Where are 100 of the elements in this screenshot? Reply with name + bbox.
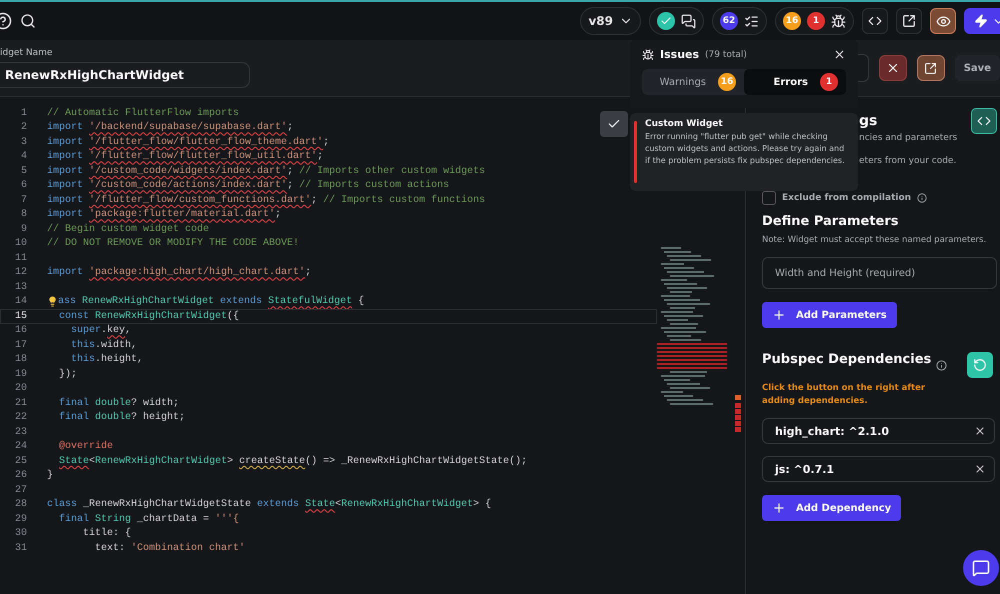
close-icon[interactable]: [974, 463, 986, 475]
version-dropdown[interactable]: v89: [580, 7, 641, 35]
line-number: 6: [20, 180, 27, 192]
external-link-icon: [924, 62, 938, 74]
code-icon: [868, 14, 882, 28]
parameter-field[interactable]: Width and Height (required): [762, 257, 997, 289]
section-title: Define Parameters: [762, 214, 899, 229]
code-line: final double? width;: [58, 398, 180, 409]
code-line: final double? height;: [58, 412, 186, 424]
count-badge: 16: [783, 12, 801, 30]
description-text: ncies and parameters: [859, 133, 958, 143]
count-badge: 62: [720, 12, 738, 30]
tooltip-title: Custom Widget: [645, 119, 724, 129]
issues-button[interactable]: 16 1: [775, 7, 854, 35]
line-number: 19: [14, 368, 27, 380]
close-icon[interactable]: [974, 425, 986, 437]
code-line: // Automatic FlutterFlow imports: [47, 108, 240, 119]
tooltip-message: Error running "flutter pub get" while checking custom widgets and actions. Please try again and if the problem persists fix pubspec dependencies.: [645, 131, 846, 167]
code-line: });: [58, 368, 78, 380]
code-line: this.width,: [70, 340, 138, 351]
bug-icon: [642, 48, 654, 60]
issues-tab[interactable]: Errors 1: [744, 69, 846, 95]
status-button[interactable]: [649, 7, 704, 35]
info-icon: [936, 360, 948, 370]
dependency-field[interactable]: js: ^0.7.1: [762, 456, 995, 482]
line-number: 20: [14, 383, 27, 394]
code-line: class _RenewRxHighChartWidgetState extends State<RenewRxHighChartWidget> {: [47, 499, 492, 510]
line-number: 9: [20, 224, 27, 235]
close-icon[interactable]: [833, 48, 846, 61]
chat-icon: [972, 559, 990, 577]
line-number: 23: [14, 426, 27, 438]
line-number: 27: [14, 484, 27, 496]
chat-icon: [681, 14, 696, 28]
count-badge: 1: [820, 73, 838, 91]
code-line: final String _chartData = '''{: [58, 514, 240, 525]
code-icon: [977, 114, 991, 128]
code-line: import '/custom_code/actions/index.dart'; // Imports custom actions: [47, 180, 450, 192]
line-number: 29: [14, 514, 27, 525]
section-title: Pubspec Dependencies: [762, 352, 932, 367]
code-line: import '/flutter_flow/flutter_flow_util.dart';: [47, 151, 324, 162]
code-line: text: 'Combination chart': [94, 542, 246, 554]
widget-name-field[interactable]: RenewRxHighChartWidget: [0, 62, 250, 88]
code-line: import '/flutter_flow/flutter_flow_theme.dart';: [47, 136, 330, 148]
total-count: (79 total): [705, 50, 748, 60]
count-badge: 1: [807, 12, 825, 30]
search-icon[interactable]: [20, 13, 36, 29]
issues-tab[interactable]: Warnings 16: [642, 69, 744, 95]
plus-icon: [772, 308, 786, 322]
line-number: 10: [14, 238, 27, 250]
note-text: Note: Widget must accept these named parameters.: [762, 235, 986, 245]
add-parameters-button[interactable]: Add Parameters: [762, 302, 897, 328]
code-line: ass RenewRxHighChartWidget extends StatefulWidget {: [58, 296, 364, 308]
line-number: 17: [14, 340, 27, 351]
chat-button[interactable]: [963, 550, 999, 586]
line-number: 25: [14, 456, 27, 467]
code-line: @override: [58, 441, 114, 452]
code-line: import 'package:high_chart/high_chart.dart';: [47, 267, 312, 278]
code-line: }: [47, 470, 54, 482]
dependency-field[interactable]: high_chart: ^2.1.0: [762, 418, 995, 444]
bug-icon: [831, 14, 846, 28]
code-line: // Begin custom widget code: [47, 224, 210, 235]
open-external-button[interactable]: [916, 55, 945, 81]
line-number: 15: [14, 310, 27, 322]
run-button[interactable]: [964, 8, 1000, 34]
code-line: super.key,: [70, 325, 132, 336]
code-line: import '/custom_code/widgets/index.dart'; // Imports other custom widgets: [47, 166, 486, 177]
lightning-icon: [974, 14, 988, 28]
checks-button[interactable]: 62: [712, 7, 767, 35]
line-number: 28: [14, 499, 27, 510]
lightbulb-icon[interactable]: [47, 296, 58, 308]
save-button[interactable]: Save: [954, 55, 1000, 81]
refresh-button[interactable]: [967, 352, 993, 378]
line-number: 31: [14, 542, 27, 554]
popup-title: Issues: [660, 48, 700, 61]
open-external-button[interactable]: [896, 8, 922, 34]
hint-text: Click the button on the right after adding dependencies.: [762, 382, 926, 408]
eye-icon: [936, 14, 950, 28]
delete-button[interactable]: [878, 55, 907, 81]
add-dependency-button[interactable]: Add Dependency: [762, 495, 902, 521]
line-number: 24: [14, 441, 27, 452]
check-button[interactable]: [600, 111, 628, 137]
code-button[interactable]: [971, 108, 997, 134]
line-number: 1: [20, 108, 27, 119]
line-number: 30: [14, 528, 27, 540]
code-line: import '/backend/supabase/supabase.dart';: [47, 122, 294, 134]
preview-button[interactable]: [930, 8, 956, 34]
line-number: 26: [14, 470, 27, 482]
section-title: gs: [859, 113, 878, 129]
line-number: 22: [14, 412, 27, 424]
line-number: 2: [20, 122, 27, 134]
code-line: State<RenewRxHighChartWidget> createState() => _RenewRxHighChartWidgetState();: [58, 456, 528, 467]
code-line: this.height,: [70, 354, 144, 366]
line-number: 3: [20, 136, 27, 148]
line-number: 21: [14, 398, 27, 409]
code-line: import 'package:flutter/material.dart';: [47, 209, 282, 220]
description-text: eters from your code.: [859, 156, 956, 166]
count-badge: 16: [718, 73, 736, 91]
code-button[interactable]: [862, 8, 888, 34]
code-line: // DO NOT REMOVE OR MODIFY THE CODE ABOVE!: [47, 238, 300, 250]
line-number: 7: [20, 194, 27, 206]
